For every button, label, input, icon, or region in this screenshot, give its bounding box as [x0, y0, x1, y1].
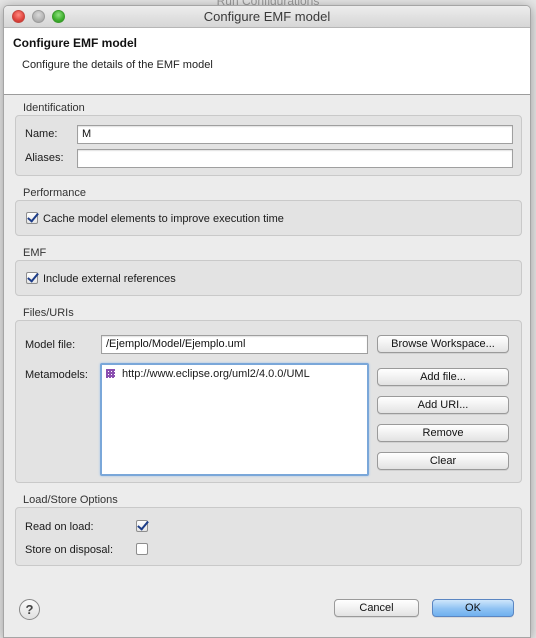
- load-store-group: Read on load: Store on disposal:: [15, 507, 522, 566]
- dialog-title: Configure EMF model: [203, 9, 331, 24]
- ok-button[interactable]: OK: [432, 599, 514, 617]
- cancel-button[interactable]: Cancel: [334, 599, 419, 617]
- browse-workspace-button[interactable]: Browse Workspace...: [377, 335, 509, 353]
- help-icon[interactable]: ?: [19, 599, 40, 620]
- package-icon: [106, 369, 115, 378]
- include-external-references-label: Include external references: [43, 273, 176, 285]
- name-field[interactable]: M: [77, 125, 513, 144]
- cache-model-elements-checkbox[interactable]: [26, 212, 38, 224]
- aliases-label: Aliases:: [25, 152, 64, 164]
- metamodels-label: Metamodels:: [25, 369, 88, 381]
- metamodel-uri: http://www.eclipse.org/uml2/4.0.0/UML: [122, 368, 310, 380]
- add-uri-button[interactable]: Add URI...: [377, 396, 509, 414]
- close-window-button[interactable]: [12, 10, 25, 23]
- read-on-load-label: Read on load:: [25, 521, 94, 533]
- name-label: Name:: [25, 128, 58, 140]
- dialog-header: Configure EMF model Configure the detail…: [4, 28, 530, 95]
- performance-group: Cache model elements to improve executio…: [15, 200, 522, 236]
- add-file-button[interactable]: Add file...: [377, 368, 509, 386]
- cache-model-elements-label: Cache model elements to improve executio…: [43, 213, 284, 225]
- clear-button[interactable]: Clear: [377, 452, 509, 470]
- identification-group: Name: M Aliases:: [15, 115, 522, 176]
- metamodels-list[interactable]: http://www.eclipse.org/uml2/4.0.0/UML: [100, 363, 369, 476]
- load-store-section-label: Load/Store Options: [23, 494, 118, 506]
- configure-emf-model-dialog: Configure EMF model Configure EMF model …: [3, 5, 531, 638]
- header-title: Configure EMF model: [13, 36, 137, 50]
- emf-group: Include external references: [15, 260, 522, 296]
- emf-section-label: EMF: [23, 247, 47, 259]
- files-uris-group: Model file: /Ejemplo/Model/Ejemplo.uml B…: [15, 320, 522, 483]
- model-file-field[interactable]: /Ejemplo/Model/Ejemplo.uml: [101, 335, 368, 354]
- model-file-label: Model file:: [25, 339, 76, 351]
- files-uris-section-label: Files/URIs: [23, 307, 74, 319]
- include-external-references-checkbox[interactable]: [26, 272, 38, 284]
- store-on-disposal-label: Store on disposal:: [25, 544, 114, 556]
- dialog-titlebar: Configure EMF model: [4, 6, 530, 28]
- metamodel-list-item[interactable]: http://www.eclipse.org/uml2/4.0.0/UML: [106, 368, 310, 380]
- read-on-load-checkbox[interactable]: [136, 520, 148, 532]
- remove-button[interactable]: Remove: [377, 424, 509, 442]
- store-on-disposal-checkbox[interactable]: [136, 543, 148, 555]
- aliases-field[interactable]: [77, 149, 513, 168]
- minimize-window-button[interactable]: [32, 10, 45, 23]
- header-description: Configure the details of the EMF model: [22, 59, 213, 71]
- zoom-window-button[interactable]: [52, 10, 65, 23]
- identification-section-label: Identification: [23, 102, 85, 114]
- performance-section-label: Performance: [23, 187, 86, 199]
